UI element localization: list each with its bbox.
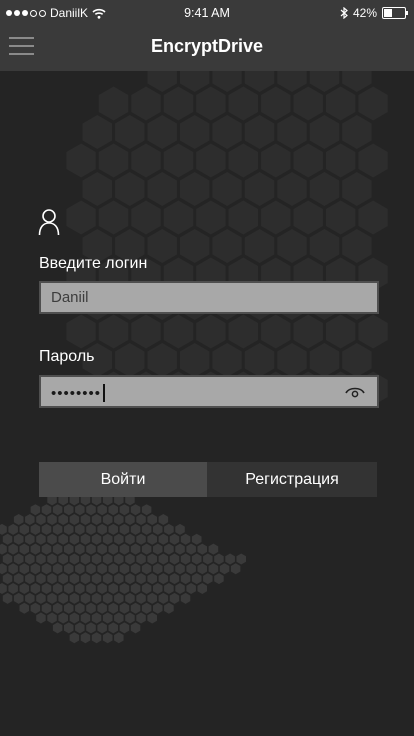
- text-caret: [103, 384, 106, 402]
- login-button[interactable]: Войти: [39, 462, 207, 497]
- battery-icon: [382, 7, 408, 19]
- status-right: 42%: [340, 6, 408, 20]
- password-field[interactable]: ••••••••: [39, 375, 379, 408]
- password-masked-value: ••••••••: [51, 384, 102, 402]
- login-field[interactable]: [39, 281, 379, 314]
- user-icon: [38, 209, 60, 236]
- register-button[interactable]: Регистрация: [207, 462, 377, 497]
- app-title: EncryptDrive: [150, 36, 264, 56]
- login-label: Введите логин: [39, 255, 148, 272]
- password-label: Пароль: [39, 348, 95, 365]
- status-bar: DaniilK 9:41 AM 42%: [0, 0, 414, 28]
- eye-icon[interactable]: [345, 385, 365, 399]
- login-input[interactable]: [41, 283, 377, 312]
- login-form: Введите логин Пароль •••••••• Войти Реги…: [0, 0, 414, 736]
- password-input[interactable]: ••••••••: [51, 384, 106, 402]
- battery-percent: 42%: [352, 6, 377, 20]
- bluetooth-icon: [340, 7, 348, 19]
